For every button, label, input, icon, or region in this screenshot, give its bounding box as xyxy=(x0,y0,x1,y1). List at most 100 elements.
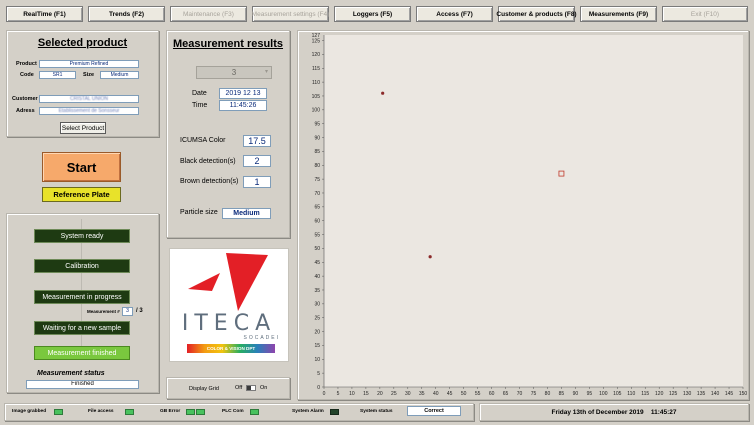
system-alarm-led-icon xyxy=(330,409,339,415)
date-label: Date xyxy=(192,90,207,97)
x-tick-label: 110 xyxy=(627,391,635,397)
x-tick-label: 80 xyxy=(545,391,551,397)
tab-trends[interactable]: Trends (F2) xyxy=(88,6,165,22)
logo-tagline: COLOR & VISION DPT xyxy=(187,344,275,353)
x-tick-label: 130 xyxy=(683,391,692,397)
y-tick-label: 20 xyxy=(314,329,320,335)
measurement-results-panel: Measurement results 3 ▾ Date 2019 12 13 … xyxy=(166,30,290,238)
system-alarm-label: System Alarm xyxy=(292,409,324,414)
x-tick-label: 85 xyxy=(559,391,565,397)
x-tick-label: 95 xyxy=(587,391,593,397)
y-tick-label: 40 xyxy=(314,274,320,280)
y-tick-label: 50 xyxy=(314,246,320,252)
x-tick-label: 65 xyxy=(503,391,509,397)
x-tick-label: 145 xyxy=(725,391,734,397)
y-tick-label: 80 xyxy=(314,163,320,169)
brown-detection-label: Brown detection(s) xyxy=(180,178,239,185)
x-tick-label: 35 xyxy=(419,391,425,397)
y-tick-label: 85 xyxy=(314,149,320,155)
x-tick-label: 30 xyxy=(405,391,411,397)
adress-value: Établissement de Sonsseur xyxy=(58,108,120,114)
tab-exit: Exit (F10) xyxy=(662,6,748,22)
tab-measurement-settings: Measurement settings (F4) xyxy=(252,6,329,22)
gb-error-led2-icon xyxy=(196,409,205,415)
datetime-text: Friday 13th of December 2019 11:45:27 xyxy=(551,409,677,416)
plc-com-label: PLC Com xyxy=(222,409,244,414)
x-tick-label: 135 xyxy=(697,391,706,397)
x-tick-label: 40 xyxy=(433,391,439,397)
tab-realtime[interactable]: RealTime (F1) xyxy=(6,6,83,22)
y-tick-label: 70 xyxy=(314,191,320,197)
y-tick-label: 110 xyxy=(312,80,320,86)
grid-toggle-switch[interactable] xyxy=(246,385,256,391)
x-tick-label: 115 xyxy=(641,391,649,397)
selected-product-title: Selected product xyxy=(37,37,128,49)
x-tick-label: 120 xyxy=(655,391,664,397)
tab-measurements[interactable]: Measurements (F9) xyxy=(580,6,657,22)
customer-label: Customer xyxy=(12,96,38,102)
adress-field: Établissement de Sonsseur xyxy=(39,107,139,115)
x-tick-label: 75 xyxy=(531,391,537,397)
display-grid-panel: Display Grid Off On xyxy=(166,377,290,399)
product-field: Premium Refined xyxy=(39,60,139,68)
x-tick-label: 125 xyxy=(669,391,678,397)
y-tick-label: 55 xyxy=(314,232,320,238)
file-access-led-icon xyxy=(125,409,134,415)
x-tick-label: 5 xyxy=(337,391,340,397)
y-tick-label: 90 xyxy=(314,135,320,141)
plot-area xyxy=(324,35,743,387)
x-tick-label: 90 xyxy=(573,391,579,397)
datetime-bar: Friday 13th of December 2019 11:45:27 xyxy=(479,403,749,421)
y-tick-label: 75 xyxy=(314,177,320,183)
step-measurement-in-progress: Measurement in progress xyxy=(34,290,130,304)
product-label: Product xyxy=(16,61,37,67)
tab-loggers[interactable]: Loggers (F5) xyxy=(334,6,411,22)
code-field: SR1 xyxy=(39,71,76,79)
black-detection-field: 2 xyxy=(243,155,271,167)
y-tick-label: 125 xyxy=(312,38,321,44)
size-field: Medium xyxy=(100,71,139,79)
start-button[interactable]: Start xyxy=(42,152,121,182)
x-tick-label: 45 xyxy=(447,391,453,397)
tab-access[interactable]: Access (F7) xyxy=(416,6,493,22)
file-access-label: File access xyxy=(88,409,114,414)
measurement-selector-value: 3 xyxy=(231,68,237,77)
particle-size-label: Particle size xyxy=(180,209,218,216)
y-tick-label: 35 xyxy=(314,288,320,294)
y-tick-label: 95 xyxy=(314,121,320,127)
reference-plate-button[interactable]: Reference Plate xyxy=(42,187,121,202)
measurement-status-title: Measurement status xyxy=(37,370,105,377)
y-tick-label: 115 xyxy=(312,66,320,72)
step-calibration: Calibration xyxy=(34,259,130,273)
measurement-selector[interactable]: 3 ▾ xyxy=(196,66,272,79)
select-product-button[interactable]: Select Product xyxy=(60,122,106,134)
x-tick-label: 55 xyxy=(475,391,481,397)
step-system-ready: System ready xyxy=(34,229,130,243)
x-tick-label: 50 xyxy=(461,391,467,397)
detection-point-black xyxy=(381,91,385,95)
adress-label: Adress xyxy=(16,108,35,114)
plc-com-led-icon xyxy=(250,409,259,415)
black-detection-label: Black detection(s) xyxy=(180,158,236,165)
y-tick-label: 120 xyxy=(312,52,321,58)
date-field: 2019 12 13 xyxy=(219,88,267,99)
customer-value: CRISTAL UNION xyxy=(69,96,109,102)
system-status-field: Correct xyxy=(407,406,461,416)
detection-scatter-plot: 0 5 10 15 20 25 30 35 40 45 50 55 60 65 70 75 80 85 90 95 10… xyxy=(312,33,748,397)
system-status-label: System status xyxy=(360,409,393,414)
y-tick-label: 15 xyxy=(314,343,320,349)
x-tick-label: 140 xyxy=(711,391,720,397)
x-tick-label: 15 xyxy=(363,391,369,397)
tab-customer-products[interactable]: Customer & products (F8) xyxy=(496,6,577,22)
particle-size-field: Medium xyxy=(222,208,271,219)
y-tick-label: 65 xyxy=(314,205,320,211)
y-top-label: 127 xyxy=(312,33,321,39)
measurement-total: / 3 xyxy=(136,308,143,314)
y-tick-label: 0 xyxy=(317,385,320,391)
gb-error-label: GB Error xyxy=(160,409,181,414)
y-tick-label: 60 xyxy=(314,219,320,225)
image-grabbed-led-icon xyxy=(54,409,63,415)
x-tick-label: 20 xyxy=(377,391,383,397)
toggle-knob-icon xyxy=(247,386,251,390)
logo-mark-icon xyxy=(188,253,268,311)
